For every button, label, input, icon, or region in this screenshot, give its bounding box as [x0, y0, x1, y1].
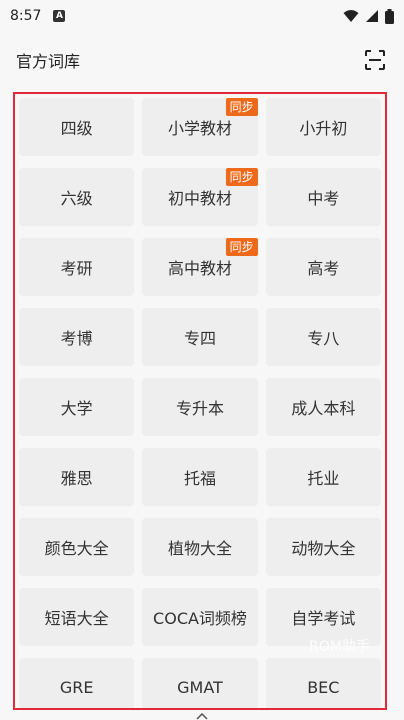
wordbook-item[interactable]: COCA词频榜 — [142, 588, 258, 646]
wordbook-item-label: 雅思 — [60, 469, 93, 488]
signal-icon — [366, 10, 378, 22]
wordbook-item[interactable]: 成人本科 — [265, 378, 381, 436]
wordbook-item[interactable]: 托业 — [265, 448, 381, 506]
status-icons — [343, 8, 394, 24]
wordbook-item-label: 专四 — [183, 329, 216, 348]
wordbook-item-label: BEC — [307, 677, 340, 697]
wordbook-item-label: 小学教材 — [167, 119, 232, 138]
sync-badge: 同步 — [225, 238, 258, 256]
wifi-icon — [343, 10, 359, 22]
wordbook-item[interactable]: 中考 — [265, 168, 381, 226]
wordbook-item-label: 短语大全 — [44, 609, 109, 628]
wordbook-item[interactable]: 高考 — [265, 238, 381, 296]
page-title: 官方词库 — [16, 52, 81, 71]
wordbook-item-label: 托业 — [307, 469, 340, 488]
wordbook-item-label: 成人本科 — [291, 399, 356, 418]
wordbook-item[interactable]: 初中教材 同步 — [142, 168, 258, 226]
wordbook-item-label: 自学考试 — [291, 609, 356, 628]
notification-icon: A — [53, 10, 66, 22]
wordbook-item[interactable]: 高中教材 同步 — [142, 238, 258, 296]
wordbook-item-label: 高中教材 — [167, 259, 232, 278]
status-bar: 8:57 A — [0, 0, 404, 32]
chevron-up-icon — [196, 713, 208, 720]
wordbook-item-label: COCA词频榜 — [153, 609, 247, 628]
wordbook-item[interactable]: 专四 — [142, 308, 258, 366]
wordbook-item[interactable]: BEC — [265, 658, 381, 708]
wordbook-item[interactable]: 专八 — [265, 308, 381, 366]
wordbook-item-label: 颜色大全 — [44, 539, 109, 558]
wordbook-grid-frame: 四级 小学教材 同步 小升初 六级 初中教材 同步 中考 考研 高中教材 同步 高考 考博 专四 专八 大学专… — [13, 92, 387, 710]
wordbook-item-label: 考博 — [60, 329, 93, 348]
wordbook-item[interactable]: 考博 — [19, 308, 135, 366]
wordbook-grid: 四级 小学教材 同步 小升初 六级 初中教材 同步 中考 考研 高中教材 同步 高考 考博 专四 专八 大学专… — [19, 98, 381, 708]
wordbook-item[interactable]: 植物大全 — [142, 518, 258, 576]
wordbook-item[interactable]: 专升本 — [142, 378, 258, 436]
wordbook-item[interactable]: 小升初 — [265, 98, 381, 156]
wordbook-item-label: 大学 — [60, 399, 93, 418]
wordbook-item[interactable]: 颜色大全 — [19, 518, 135, 576]
wordbook-item-label: 六级 — [60, 189, 93, 208]
status-time: 8:57 — [10, 8, 42, 24]
wordbook-item[interactable]: 小学教材 同步 — [142, 98, 258, 156]
wordbook-item-label: 初中教材 — [167, 189, 232, 208]
sync-badge: 同步 — [225, 168, 258, 186]
wordbook-item[interactable]: 托福 — [142, 448, 258, 506]
wordbook-item-label: 植物大全 — [167, 539, 232, 558]
scan-icon — [365, 50, 385, 70]
wordbook-item-label: 中考 — [307, 189, 340, 208]
watermark: ROM助手 — [309, 639, 370, 655]
wordbook-item[interactable]: GRE — [19, 658, 135, 708]
wordbook-item[interactable]: GMAT — [142, 658, 258, 708]
wordbook-item[interactable]: 四级 — [19, 98, 135, 156]
scan-button[interactable] — [362, 47, 388, 73]
wordbook-item[interactable]: 大学 — [19, 378, 135, 436]
wordbook-item-label: 高考 — [307, 259, 340, 278]
wordbook-item-label: 专八 — [307, 329, 340, 348]
wordbook-item-label: 小升初 — [299, 119, 348, 138]
wordbook-item-label: 考研 — [60, 259, 93, 278]
wordbook-item[interactable]: 考研 — [19, 238, 135, 296]
wordbook-item-label: GMAT — [177, 677, 223, 697]
wordbook-item-label: 托福 — [183, 469, 216, 488]
battery-icon — [385, 8, 394, 24]
wordbook-item[interactable]: 六级 — [19, 168, 135, 226]
wordbook-item-label: GRE — [59, 677, 94, 697]
wordbook-item[interactable]: 雅思 — [19, 448, 135, 506]
wordbook-item-label: 专升本 — [175, 399, 224, 418]
app-header: 官方词库 — [0, 38, 404, 82]
wordbook-item[interactable]: 短语大全 — [19, 588, 135, 646]
wordbook-item-label: 动物大全 — [291, 539, 356, 558]
sync-badge: 同步 — [225, 98, 258, 116]
wordbook-item[interactable]: 动物大全 — [265, 518, 381, 576]
wordbook-item-label: 四级 — [60, 119, 93, 138]
